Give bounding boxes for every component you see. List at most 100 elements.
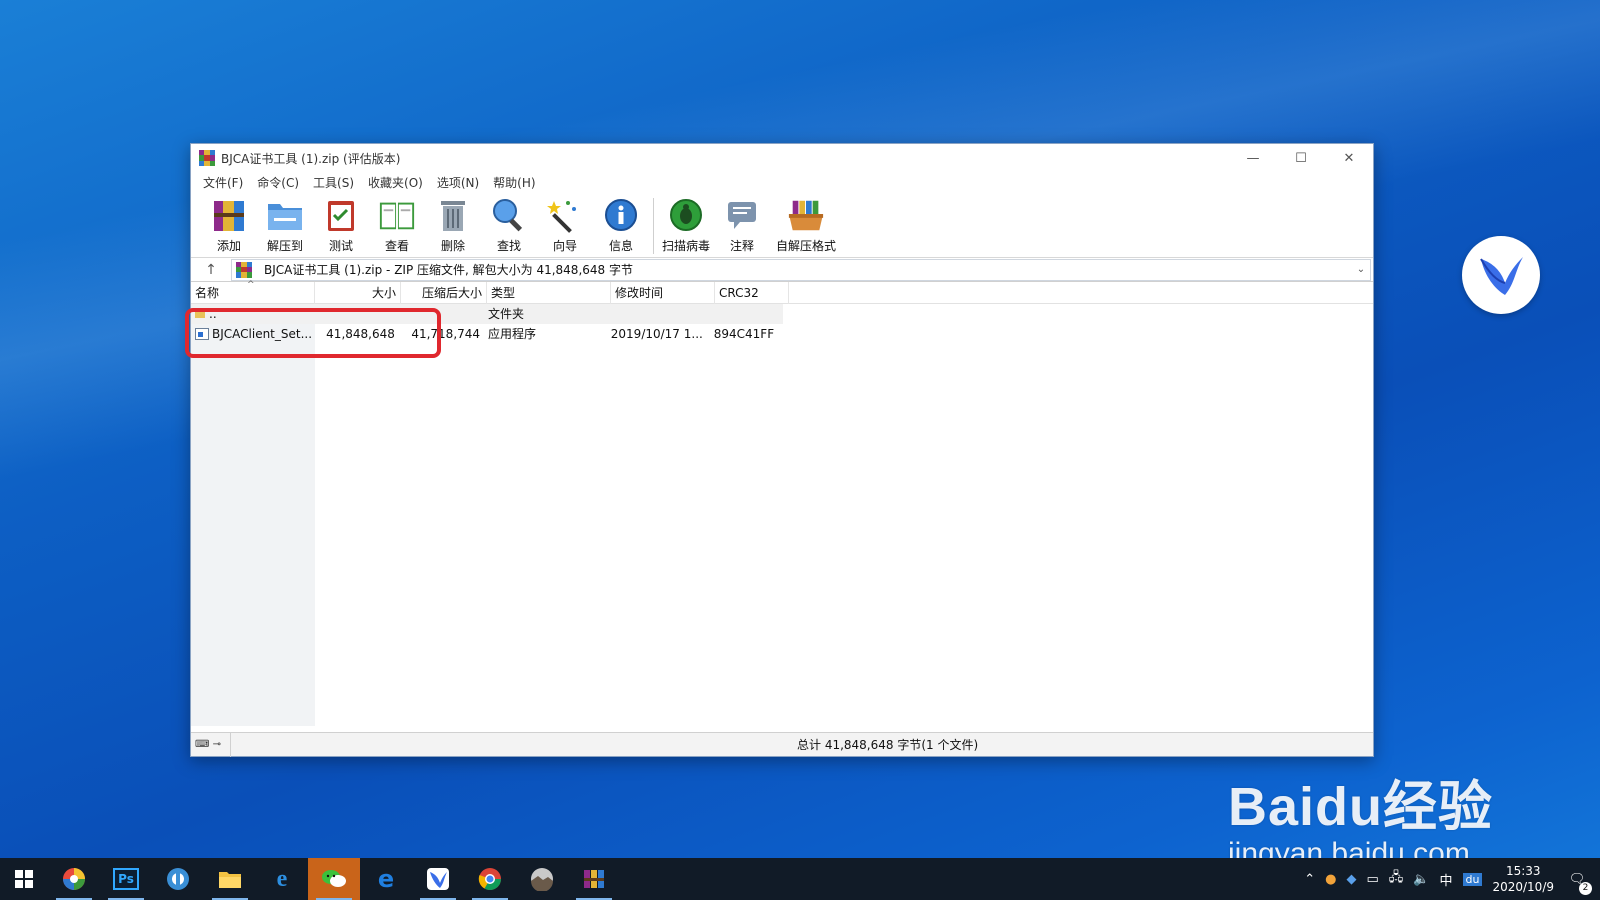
close-icon: ✕ [1343, 150, 1355, 166]
chevron-down-icon[interactable]: ⌄ [1352, 264, 1370, 275]
virus-scan-label: 扫描病毒 [661, 239, 710, 253]
photoshop-icon: Ps [113, 868, 139, 890]
magnifier-icon [490, 196, 528, 234]
add-button[interactable]: 添加 [201, 196, 257, 254]
taskbar-edge[interactable]: e [360, 858, 412, 900]
sfx-button[interactable]: 自解压格式 [770, 196, 842, 254]
tray-shield-icon[interactable]: ◆ [1347, 872, 1357, 887]
maximize-icon: ☐ [1295, 150, 1307, 166]
comment-button[interactable]: 注释 [714, 196, 770, 254]
taskbar-clock[interactable]: 15:33 2020/10/9 [1492, 863, 1554, 895]
taskbar-photoshop[interactable]: Ps [100, 858, 152, 900]
taskbar-feishu[interactable] [412, 858, 464, 900]
taskbar-browser-sync[interactable] [152, 858, 204, 900]
winrar-app-icon [199, 150, 215, 166]
wechat-icon [322, 870, 346, 887]
status-text: 总计 41,848,648 字节(1 个文件) [797, 738, 979, 752]
column-header-size[interactable]: 大小 [315, 281, 401, 304]
trash-icon [434, 196, 472, 234]
baidu-input-icon[interactable]: du [1462, 872, 1483, 886]
delete-button[interactable]: 删除 [425, 196, 481, 254]
table-row[interactable]: BJCAClient_Set... 41,848,648 41,718,744 … [191, 324, 783, 344]
name-column-background [191, 304, 315, 726]
chevron-up-icon[interactable]: ⌃ [1304, 872, 1315, 887]
archive-icon [236, 261, 252, 278]
toolbar: 添加 解压到 测试 查看 删除 查找 向导 信息 扫描病毒 注释 自解压格式 [191, 192, 1373, 258]
taskbar-winrar[interactable] [568, 858, 620, 900]
input-method-indicator[interactable]: 中 [1439, 870, 1452, 889]
action-center-button[interactable]: 🗨 2 [1564, 872, 1592, 895]
battery-icon[interactable]: ▭ [1367, 872, 1379, 887]
maximize-button[interactable]: ☐ [1277, 144, 1325, 172]
window-titlebar[interactable]: BJCA证书工具 (1).zip (评估版本) — ☐ ✕ [191, 144, 1373, 172]
taskbar: Ps e e ⌃ ● ◆ ▭ 🖧 🔈 中 du 15:33 2020/10/9 … [0, 858, 1600, 900]
taskbar-landscape-app[interactable] [516, 858, 568, 900]
test-label: 测试 [328, 239, 353, 253]
row-crc: 894C41FF [713, 327, 775, 341]
row-name: BJCAClient_Set... [191, 324, 314, 344]
sort-ascending-icon: ^ [247, 280, 255, 290]
clock-date: 2020/10/9 [1492, 880, 1554, 894]
file-explorer-icon [219, 872, 241, 888]
column-header-crc[interactable]: CRC32 [715, 281, 789, 304]
extract-to-button[interactable]: 解压到 [257, 196, 313, 254]
delete-label: 删除 [440, 239, 465, 253]
arrow-up-icon: ↑ [205, 261, 217, 278]
feishu-bird-widget[interactable] [1462, 236, 1540, 314]
folder-icon [195, 310, 205, 318]
taskbar-internet-explorer[interactable]: e [256, 858, 308, 900]
comment-icon [723, 196, 761, 234]
menu-tools[interactable]: 工具(S) [307, 174, 360, 191]
window-title: BJCA证书工具 (1).zip (评估版本) [221, 151, 401, 166]
menu-options[interactable]: 选项(N) [431, 174, 485, 191]
info-button[interactable]: 信息 [593, 196, 649, 254]
system-tray: ⌃ ● ◆ ▭ 🖧 🔈 中 du 15:33 2020/10/9 🗨 2 [1304, 858, 1600, 900]
column-header-modified[interactable]: 修改时间 [611, 281, 715, 304]
menu-bar: 文件(F) 命令(C) 工具(S) 收藏夹(O) 选项(N) 帮助(H) [191, 172, 1373, 192]
start-button[interactable] [0, 858, 48, 900]
winrar-icon [584, 870, 604, 888]
wizard-wand-icon [546, 196, 584, 234]
menu-commands[interactable]: 命令(C) [251, 174, 305, 191]
menu-favorites[interactable]: 收藏夹(O) [362, 174, 429, 191]
row-modified: 2019/10/17 1... [610, 327, 703, 341]
info-label: 信息 [608, 239, 633, 253]
network-icon[interactable]: 🖧 [1389, 868, 1404, 890]
column-header-packed[interactable]: 压缩后大小 [401, 281, 487, 304]
close-button[interactable]: ✕ [1325, 144, 1373, 172]
test-clipboard-icon [322, 196, 360, 234]
tray-app-icon[interactable]: ● [1325, 872, 1336, 887]
status-drive-icon[interactable]: ⌨ ⊸ [191, 732, 231, 757]
notification-count: 2 [1579, 881, 1592, 895]
taskbar-chrome[interactable] [464, 858, 516, 900]
extract-folder-icon [266, 196, 304, 234]
taskbar-file-explorer[interactable] [204, 858, 256, 900]
virus-scan-button[interactable]: 扫描病毒 [658, 196, 714, 254]
column-header-row: ^ 名称 大小 压缩后大小 类型 修改时间 CRC32 [191, 280, 1373, 304]
table-row[interactable]: .. 文件夹 [191, 304, 783, 324]
wizard-button[interactable]: 向导 [537, 196, 593, 254]
row-modified [607, 304, 710, 324]
column-header-type[interactable]: 类型 [487, 281, 611, 304]
toolbar-separator [653, 198, 654, 254]
row-packed [399, 304, 484, 324]
comment-label: 注释 [729, 239, 754, 253]
volume-icon[interactable]: 🔈 [1413, 872, 1429, 887]
minimize-button[interactable]: — [1229, 144, 1277, 172]
taskbar-wechat[interactable] [308, 858, 360, 900]
find-button[interactable]: 查找 [481, 196, 537, 254]
menu-file[interactable]: 文件(F) [197, 174, 249, 191]
baidu-watermark: Baidu经验 jingyan.baidu.com [1228, 762, 1493, 871]
view-book-icon [378, 196, 416, 234]
address-text: BJCA证书工具 (1).zip - ZIP 压缩文件, 解包大小为 41,84… [264, 263, 633, 277]
minimize-icon: — [1246, 150, 1260, 166]
up-level-button[interactable]: ↑ [191, 262, 231, 278]
application-icon [195, 328, 209, 340]
find-label: 查找 [496, 239, 521, 253]
taskbar-color-wheel-app[interactable] [48, 858, 100, 900]
menu-help[interactable]: 帮助(H) [487, 174, 541, 191]
view-button[interactable]: 查看 [369, 196, 425, 254]
address-field[interactable]: BJCA证书工具 (1).zip - ZIP 压缩文件, 解包大小为 41,84… [231, 258, 1371, 281]
sfx-box-icon [787, 196, 825, 234]
test-button[interactable]: 测试 [313, 196, 369, 254]
